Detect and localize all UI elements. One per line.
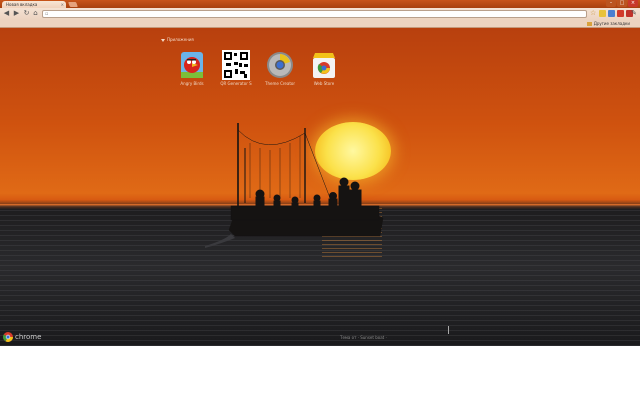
extension-2-icon[interactable] (608, 10, 615, 17)
theme-creator-icon (266, 50, 294, 80)
chrome-icon (3, 332, 13, 342)
minimize-button[interactable]: – (606, 0, 616, 7)
apps-grid: Angry Birds QR Generator S Theme Creator… (170, 50, 346, 86)
app-label: Theme Creator (265, 81, 295, 86)
tab-close-icon[interactable]: × (61, 1, 64, 8)
other-bookmarks[interactable]: Другие закладки (586, 20, 630, 27)
reload-button[interactable]: ↻ (22, 9, 31, 18)
new-tab-button[interactable] (68, 2, 78, 7)
extension-3-icon[interactable] (617, 10, 624, 17)
app-label: Web Store (313, 81, 335, 86)
window-controls: – □ × (605, 0, 638, 8)
boat-silhouette (205, 123, 384, 248)
bookmark-star-icon[interactable]: ☆ (590, 9, 596, 18)
tab-strip: Новая вкладка × – □ × (0, 0, 640, 8)
app-label: Angry Birds (180, 81, 204, 86)
page-bottom-blank (0, 346, 640, 400)
close-window-button[interactable]: × (628, 0, 638, 7)
app-label: QR Generator S (220, 81, 252, 86)
app-angry-birds[interactable]: Angry Birds (170, 50, 214, 86)
forward-button[interactable]: ▶ (12, 9, 21, 18)
toolbar: ◀ ▶ ↻ ⌂ ▫ ☆ ✎ (0, 8, 640, 20)
app-web-store[interactable]: Web Store (302, 50, 346, 86)
angry-birds-icon (178, 50, 206, 80)
new-tab-page: Приложения Angry Birds QR Generator S Th… (0, 28, 640, 346)
address-bar[interactable]: ▫ (42, 10, 587, 18)
apps-section-header[interactable]: Приложения (161, 37, 194, 43)
theme-attribution[interactable]: Тема от · Sunset boat · (340, 335, 387, 340)
chrome-wordmark: chrome (15, 333, 42, 341)
tab-title: Новая вкладка (6, 2, 38, 7)
page-icon: ▫ (45, 11, 49, 17)
apps-section-label: Приложения (167, 37, 194, 42)
bookmarks-bar: Другие закладки (0, 20, 640, 28)
app-theme-creator[interactable]: Theme Creator (258, 50, 302, 86)
other-bookmarks-label: Другие закладки (593, 21, 630, 26)
back-button[interactable]: ◀ (2, 9, 11, 18)
chrome-logo: chrome (3, 332, 41, 342)
folder-icon (586, 22, 592, 26)
boat-mark (448, 326, 449, 334)
wrench-menu-icon[interactable]: ✎ (631, 9, 637, 18)
tab-new-tab[interactable]: Новая вкладка × (2, 1, 66, 8)
web-store-icon (310, 50, 338, 80)
extension-1-icon[interactable] (599, 10, 606, 17)
home-button[interactable]: ⌂ (31, 9, 40, 18)
collapse-triangle-icon (161, 38, 165, 42)
maximize-button[interactable]: □ (617, 0, 627, 7)
qr-code-icon (222, 50, 250, 80)
extension-icons (599, 10, 635, 17)
app-qr-generator[interactable]: QR Generator S (214, 50, 258, 86)
